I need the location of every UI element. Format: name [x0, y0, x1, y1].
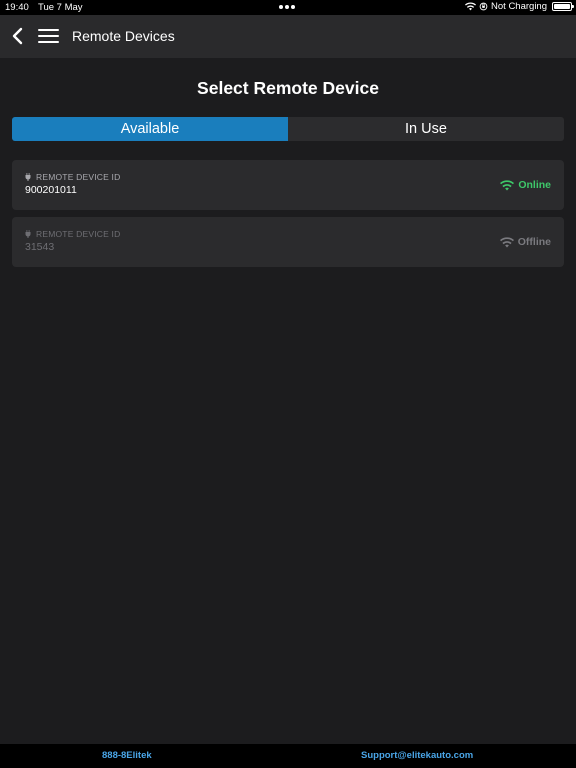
page-title: Select Remote Device: [197, 78, 379, 98]
device-card-offline[interactable]: REMOTE DEVICE ID 31543 Offline: [12, 217, 564, 267]
status-date: Tue 7 May: [38, 2, 83, 13]
screen: 19:40 Tue 7 May Not Charging Remote Devi…: [0, 0, 576, 768]
device-status: Online: [500, 179, 551, 191]
back-chevron-icon[interactable]: [9, 26, 27, 46]
device-label-row: REMOTE DEVICE ID: [25, 229, 120, 239]
status-right: Not Charging: [465, 1, 574, 12]
status-time: 19:40: [5, 2, 29, 13]
device-id-value: 900201011: [25, 184, 77, 196]
hamburger-menu-icon[interactable]: [38, 28, 59, 44]
support-phone-link[interactable]: 888-8Elitek: [102, 750, 152, 761]
plug-icon: [25, 230, 31, 238]
device-id-value: 31543: [25, 241, 55, 253]
tab-available[interactable]: Available: [12, 117, 288, 141]
nav-title: Remote Devices: [72, 28, 175, 44]
support-email-link[interactable]: Support@elitekauto.com: [361, 750, 473, 761]
device-status-text: Online: [518, 179, 551, 191]
status-bar: 19:40 Tue 7 May Not Charging: [0, 0, 576, 15]
device-id-label: REMOTE DEVICE ID: [36, 172, 121, 182]
device-status-text: Offline: [517, 236, 551, 248]
wifi-icon: [499, 236, 514, 247]
device-label-row: REMOTE DEVICE ID: [25, 172, 120, 182]
device-status: Offline: [499, 236, 551, 248]
tab-in-use[interactable]: In Use: [288, 117, 564, 141]
charging-status: Not Charging: [491, 1, 547, 12]
battery-icon: [552, 2, 574, 11]
footer: 888-8Elitek Support@elitekauto.com: [0, 744, 576, 768]
plug-icon: [25, 173, 31, 181]
wifi-icon: [465, 2, 477, 11]
wifi-icon: [500, 179, 515, 190]
device-tabs: Available In Use: [12, 117, 564, 141]
device-id-label: REMOTE DEVICE ID: [36, 229, 121, 239]
device-card-online[interactable]: REMOTE DEVICE ID 900201011 Online: [12, 160, 564, 210]
navigation-bar: Remote Devices: [0, 15, 576, 58]
multitasking-dots-icon[interactable]: [279, 5, 295, 9]
orientation-lock-icon: [479, 2, 488, 11]
